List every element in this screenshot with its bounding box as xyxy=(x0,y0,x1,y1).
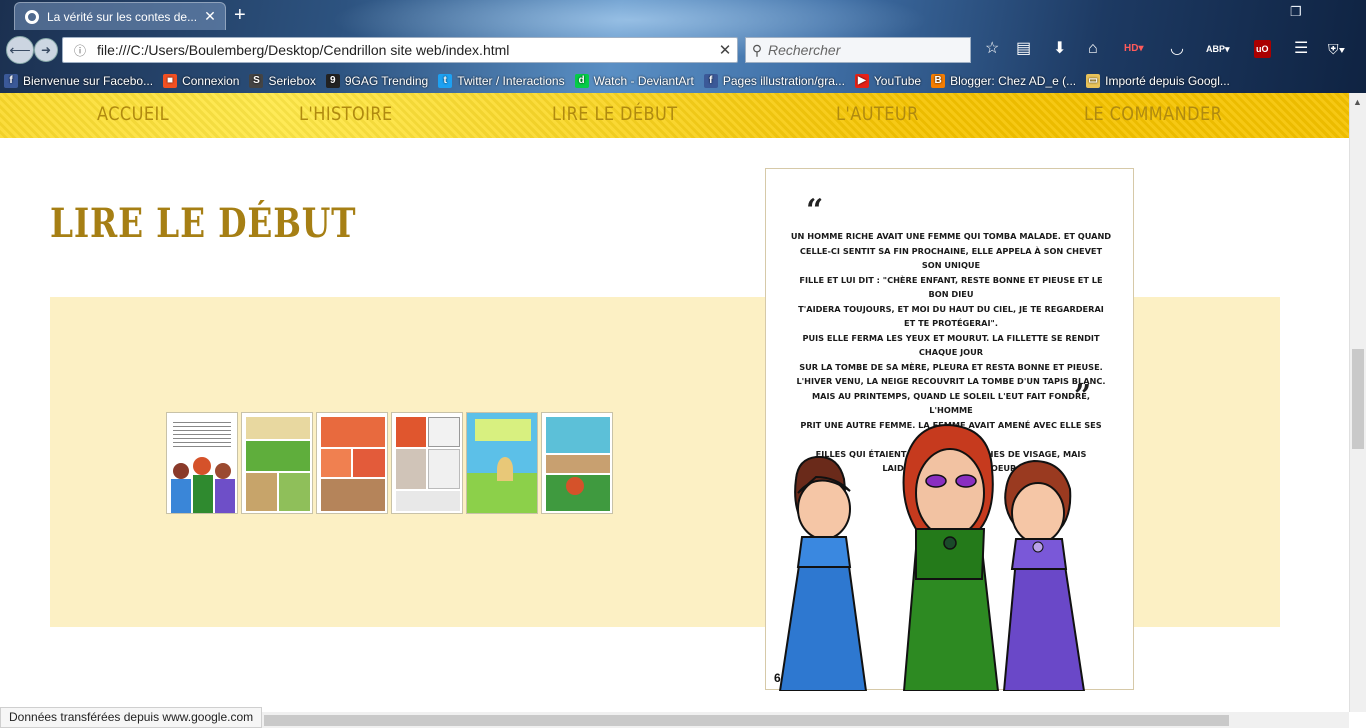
story-text-line: L'HIVER VENU, LA NEIGE RECOUVRIT LA TOMB… xyxy=(796,376,1106,386)
story-text-line: CELLE-CI SENTIT SA FIN PROCHAINE, ELLE A… xyxy=(799,245,1103,271)
browser-tab[interactable]: La vérité sur les contes de... ✕ xyxy=(14,2,226,30)
url-text: file:///C:/Users/Boulemberg/Desktop/Cend… xyxy=(97,42,510,58)
9gag-icon: 9 xyxy=(325,73,340,88)
bookmark-item[interactable]: ▶ YouTube xyxy=(854,73,922,88)
ublock-icon[interactable]: uO xyxy=(1254,40,1271,58)
story-text-line: T'AIDERA TOUJOURS, ET MOI DU HAUT DU CIE… xyxy=(798,303,1104,314)
tab-bar: La vérité sur les contes de... ✕ + ❐ xyxy=(0,0,1366,32)
info-icon[interactable]: ⓘ xyxy=(69,42,91,59)
seriebox-icon: S xyxy=(249,73,264,88)
clear-url-icon[interactable]: ✕ xyxy=(713,41,737,59)
tab-title: La vérité sur les contes de... xyxy=(47,9,198,24)
comic-thumbnail-4[interactable] xyxy=(391,412,463,514)
page-title: LIRE LE DÉBUT xyxy=(50,200,357,247)
open-quote-icon: “ xyxy=(806,193,824,228)
bookmark-label: Blogger: Chez AD_e (... xyxy=(950,73,1077,88)
home-icon[interactable]: ⌂ xyxy=(1088,40,1098,58)
page-content: LIRE LE DÉBUT “ UN HOMME RICHE AVAIT UNE… xyxy=(0,138,1349,712)
site-navigation: ACCUEIL L'HISTOIRE LIRE LE DÉBUT L'AUTEU… xyxy=(0,93,1349,138)
comic-page-preview[interactable]: “ UN HOMME RICHE AVAIT UNE FEMME QUI TOM… xyxy=(765,168,1134,691)
comic-thumbnail-2[interactable] xyxy=(241,412,313,514)
status-bar: Données transférées depuis www.google.co… xyxy=(0,707,263,728)
bookmark-item[interactable]: f Pages illustration/gra... xyxy=(703,73,845,88)
story-text-line: UN HOMME RICHE AVAIT UNE FEMME QUI TOMBA… xyxy=(790,231,1112,241)
shield-extension-icon[interactable]: ⛨▾ xyxy=(1328,40,1345,58)
tab-favicon-icon xyxy=(25,9,39,24)
download-icon[interactable]: ⬇ xyxy=(1053,40,1066,58)
url-bar[interactable]: ⓘ file:///C:/Users/Boulemberg/Desktop/Ce… xyxy=(62,37,738,63)
adblock-icon[interactable]: ABP▾ xyxy=(1206,40,1230,58)
bookmark-label: Watch - DeviantArt xyxy=(593,73,694,88)
comic-thumbnail-6[interactable] xyxy=(541,412,613,514)
folder-icon: ▭ xyxy=(1086,73,1101,88)
bookmark-item[interactable]: ■ Connexion xyxy=(163,73,240,88)
facebook-icon: f xyxy=(703,73,718,88)
nav-commander[interactable]: LE COMMANDER xyxy=(1084,103,1222,125)
story-text-line: PUIS ELLE FERMA LES YEUX ET MOURUT. LA F… xyxy=(802,332,1100,358)
navigation-bar: ⟵ ➜ ⓘ file:///C:/Users/Boulemberg/Deskto… xyxy=(0,32,1366,68)
vertical-scroll-thumb[interactable] xyxy=(1352,349,1364,449)
comic-thumbnail-3[interactable] xyxy=(316,412,388,514)
hd-extension-icon[interactable]: HD▾ xyxy=(1124,40,1143,58)
bookmark-star-icon[interactable]: ☆ xyxy=(985,40,999,58)
bookmark-item[interactable]: 9 9GAG Trending xyxy=(325,73,429,88)
characters-illustration xyxy=(778,423,1086,691)
bookmarks-menu-icon[interactable]: ▤ xyxy=(1016,40,1031,58)
deviantart-icon: d xyxy=(574,73,589,88)
close-quote-icon: ” xyxy=(1074,379,1092,414)
search-input[interactable]: ⚲ Rechercher xyxy=(745,37,971,63)
bookmark-label: Twitter / Interactions xyxy=(457,73,565,88)
bookmark-label: Connexion xyxy=(182,73,240,88)
bookmarks-bar: f Bienvenue sur Facebo... ■ Connexion S Serie… xyxy=(0,68,1366,93)
story-text-line: FILLE ET LUI DIT : "CHÈRE ENFANT, RESTE … xyxy=(799,274,1103,300)
search-placeholder: Rechercher xyxy=(768,42,841,58)
nav-lire-le-debut[interactable]: LIRE LE DÉBUT xyxy=(552,103,678,125)
bookmark-item[interactable]: ▭ Importé depuis Googl... xyxy=(1086,73,1230,88)
youtube-icon: ▶ xyxy=(854,73,869,88)
bookmark-item[interactable]: B Blogger: Chez AD_e (... xyxy=(931,73,1077,88)
story-text-line: SUR LA TOMBE DE SA MÈRE, PLEURA ET RESTA… xyxy=(799,361,1103,372)
maximize-icon[interactable]: ❐ xyxy=(1290,4,1302,20)
windows-icon: ■ xyxy=(163,73,178,88)
bookmark-item[interactable]: t Twitter / Interactions xyxy=(438,73,565,88)
horizontal-scroll-thumb[interactable] xyxy=(264,715,1229,726)
back-icon[interactable]: ⟵ xyxy=(6,36,34,64)
comic-thumbnail-1[interactable] xyxy=(166,412,238,514)
twitter-icon: t xyxy=(438,73,453,88)
bookmark-label: YouTube xyxy=(873,73,922,88)
nav-auteur[interactable]: L'AUTEUR xyxy=(836,103,919,125)
comic-thumbnail-5[interactable] xyxy=(466,412,538,514)
bookmark-label: Bienvenue sur Facebo... xyxy=(23,73,154,88)
bookmark-item[interactable]: S Seriebox xyxy=(249,73,316,88)
story-text-line: ET TE PROTÉGERAI". xyxy=(904,318,998,328)
bookmark-label: 9GAG Trending xyxy=(344,73,429,88)
scroll-up-icon[interactable]: ▲ xyxy=(1353,97,1362,107)
new-tab-icon[interactable]: + xyxy=(234,5,246,25)
bookmark-label: Importé depuis Googl... xyxy=(1105,73,1230,88)
nav-histoire[interactable]: L'HISTOIRE xyxy=(299,103,393,125)
story-text-line: MAIS AU PRINTEMPS, QUAND LE SOLEIL L'EUT… xyxy=(812,390,1090,416)
vertical-scrollbar[interactable]: ▲ xyxy=(1349,93,1366,712)
nav-accueil[interactable]: ACCUEIL xyxy=(97,103,169,125)
forward-icon[interactable]: ➜ xyxy=(34,38,58,62)
search-icon: ⚲ xyxy=(751,41,763,58)
bookmark-item[interactable]: d Watch - DeviantArt xyxy=(574,73,694,88)
bookmark-label: Pages illustration/gra... xyxy=(722,73,845,88)
blogger-icon: B xyxy=(931,73,946,88)
close-tab-icon[interactable]: ✕ xyxy=(201,8,219,25)
page-number: 6 xyxy=(774,671,781,685)
bookmark-item[interactable]: f Bienvenue sur Facebo... xyxy=(4,73,154,88)
facebook-icon: f xyxy=(4,73,18,88)
browser-chrome: La vérité sur les contes de... ✕ + ❐ ⟵ ➜… xyxy=(0,0,1366,93)
pocket-icon[interactable]: ◡ xyxy=(1170,40,1184,58)
menu-icon[interactable]: ☰ xyxy=(1294,40,1308,58)
bookmark-label: Seriebox xyxy=(268,73,316,88)
